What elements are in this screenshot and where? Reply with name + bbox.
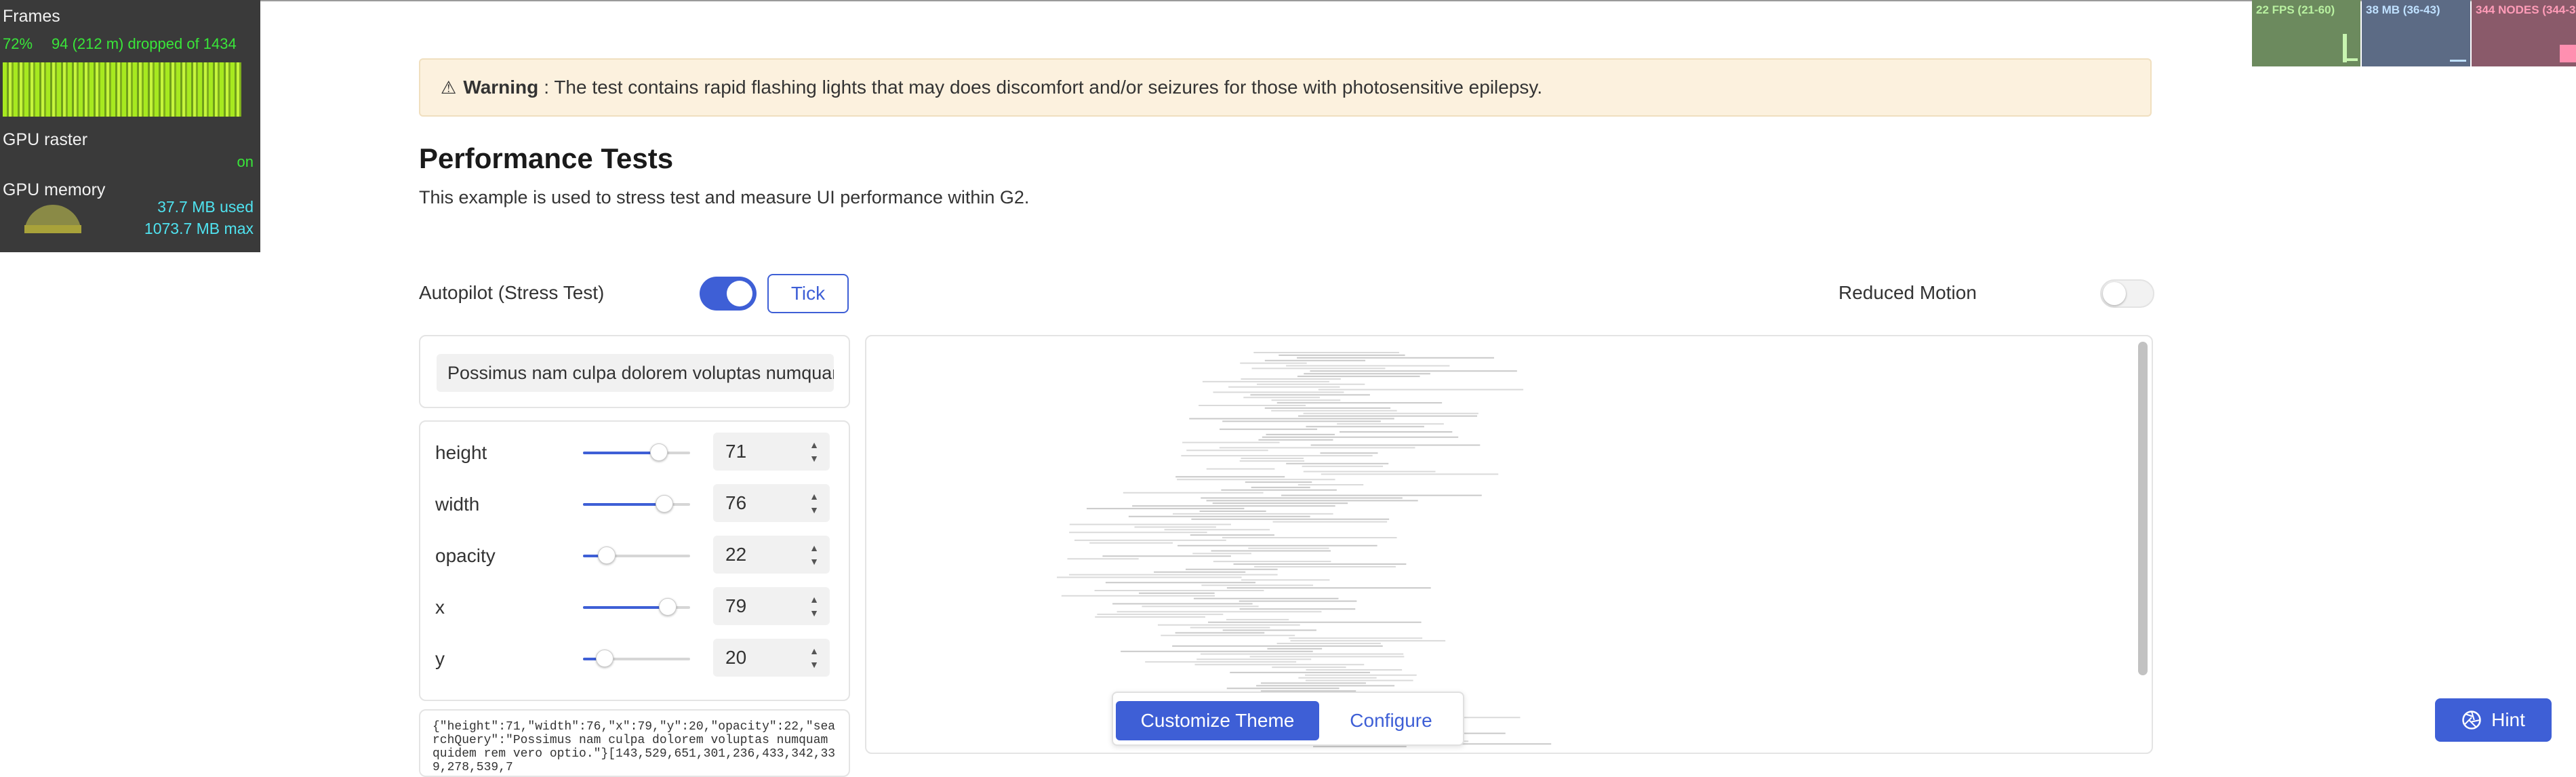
frames-dropped: 94 (212 m) dropped of 1434 xyxy=(52,35,237,52)
tick-button[interactable]: Tick xyxy=(767,274,849,313)
frames-title: Frames xyxy=(3,7,60,26)
search-input[interactable]: Possimus nam culpa dolorem voluptas numq… xyxy=(437,354,834,392)
field-row-y: y 20 ▲ ▼ xyxy=(420,639,849,679)
theme-toolbar: Customize Theme Configure xyxy=(1112,692,1464,746)
slider-thumb[interactable] xyxy=(656,495,674,513)
slider-thumb[interactable] xyxy=(597,546,616,564)
opacity-slider[interactable] xyxy=(583,546,690,564)
y-slider[interactable] xyxy=(583,650,690,667)
devtools-rendering-panel: Frames 72% 94 (212 m) dropped of 1434 GP… xyxy=(0,0,260,252)
height-slider[interactable] xyxy=(583,443,690,461)
slider-thumb[interactable] xyxy=(650,443,668,461)
frames-histogram xyxy=(3,62,241,117)
hint-label: Hint xyxy=(2491,709,2525,730)
opacity-number-input[interactable]: 22 ▲ ▼ xyxy=(713,536,830,574)
gpu-raster-status: on xyxy=(237,153,254,170)
nodes-meter: 344 NODES (344-3 xyxy=(2472,0,2576,66)
stepper-icon[interactable]: ▲ ▼ xyxy=(809,644,819,671)
stepper-icon[interactable]: ▲ ▼ xyxy=(809,541,819,568)
field-label: width xyxy=(435,494,480,515)
fields-card: height 71 ▲ ▼ width 76 ▲ ▼ opacity 22 ▲ ▼ x 79 ▲ ▼ y 20 ▲ ▼ xyxy=(419,420,850,701)
field-label: x xyxy=(435,597,445,618)
memory-label: 38 MB (36-43) xyxy=(2366,3,2440,16)
height-number-input[interactable]: 71 ▲ ▼ xyxy=(713,433,830,471)
render-canvas xyxy=(865,335,2153,754)
warning-banner: ⚠ Warning : The test contains rapid flas… xyxy=(419,58,2152,117)
slider-thumb[interactable] xyxy=(595,650,613,667)
fps-meter: 22 FPS (21-60) xyxy=(2252,0,2360,66)
canvas-scrollbar[interactable] xyxy=(2138,342,2148,675)
page-title: Performance Tests xyxy=(419,142,674,174)
autopilot-label: Autopilot (Stress Test) xyxy=(419,282,605,303)
width-number-input[interactable]: 76 ▲ ▼ xyxy=(713,484,830,522)
field-row-height: height 71 ▲ ▼ xyxy=(420,433,849,473)
slider-thumb[interactable] xyxy=(658,598,677,616)
number-value: 76 xyxy=(725,492,747,513)
top-border xyxy=(0,0,2576,1)
hint-button[interactable]: Hint xyxy=(2435,698,2552,742)
reduced-motion-label: Reduced Motion xyxy=(1838,282,1977,303)
configure-button[interactable]: Configure xyxy=(1330,701,1452,740)
warning-text: : The test contains rapid flashing light… xyxy=(544,77,1543,98)
stress-test-lines xyxy=(1057,352,1552,748)
stepper-icon[interactable]: ▲ ▼ xyxy=(809,438,819,465)
number-value: 20 xyxy=(725,647,747,668)
warning-label: Warning xyxy=(463,77,539,98)
width-slider[interactable] xyxy=(583,495,690,513)
reduced-motion-toggle[interactable] xyxy=(2100,279,2154,308)
autopilot-toggle[interactable] xyxy=(700,277,757,311)
field-label: y xyxy=(435,648,445,669)
gpu-memory-title: GPU memory xyxy=(3,180,106,199)
nodes-label: 344 NODES (344-3 xyxy=(2476,3,2576,16)
y-number-input[interactable]: 20 ▲ ▼ xyxy=(713,639,830,677)
fps-label: 22 FPS (21-60) xyxy=(2256,3,2335,16)
memory-meter: 38 MB (36-43) xyxy=(2362,0,2470,66)
stepper-icon[interactable]: ▲ ▼ xyxy=(809,490,819,517)
page-description: This example is used to stress test and … xyxy=(419,187,1030,207)
number-value: 22 xyxy=(725,544,747,565)
json-output-card: {"height":71,"width":76,"x":79,"y":20,"o… xyxy=(419,709,850,777)
gpu-memory-gauge xyxy=(24,205,81,233)
x-number-input[interactable]: 79 ▲ ▼ xyxy=(713,587,830,625)
warning-triangle-icon: ⚠ xyxy=(441,77,457,98)
aperture-icon xyxy=(2462,711,2481,730)
number-value: 79 xyxy=(725,595,747,616)
customize-theme-button[interactable]: Customize Theme xyxy=(1116,701,1319,740)
search-card: Possimus nam culpa dolorem voluptas numq… xyxy=(419,335,850,408)
number-value: 71 xyxy=(725,441,747,462)
field-row-width: width 76 ▲ ▼ xyxy=(420,484,849,525)
x-slider[interactable] xyxy=(583,598,690,616)
stepper-icon[interactable]: ▲ ▼ xyxy=(809,593,819,620)
gpu-memory-max: 1073.7 MB max xyxy=(144,220,254,237)
field-label: height xyxy=(435,442,487,463)
field-row-x: x 79 ▲ ▼ xyxy=(420,587,849,628)
frames-percent: 72% xyxy=(3,35,33,52)
field-label: opacity xyxy=(435,545,496,566)
json-output: {"height":71,"width":76,"x":79,"y":20,"o… xyxy=(432,720,836,774)
gpu-memory-used: 37.7 MB used xyxy=(157,198,254,216)
gpu-raster-title: GPU raster xyxy=(3,130,88,149)
field-row-opacity: opacity 22 ▲ ▼ xyxy=(420,536,849,576)
